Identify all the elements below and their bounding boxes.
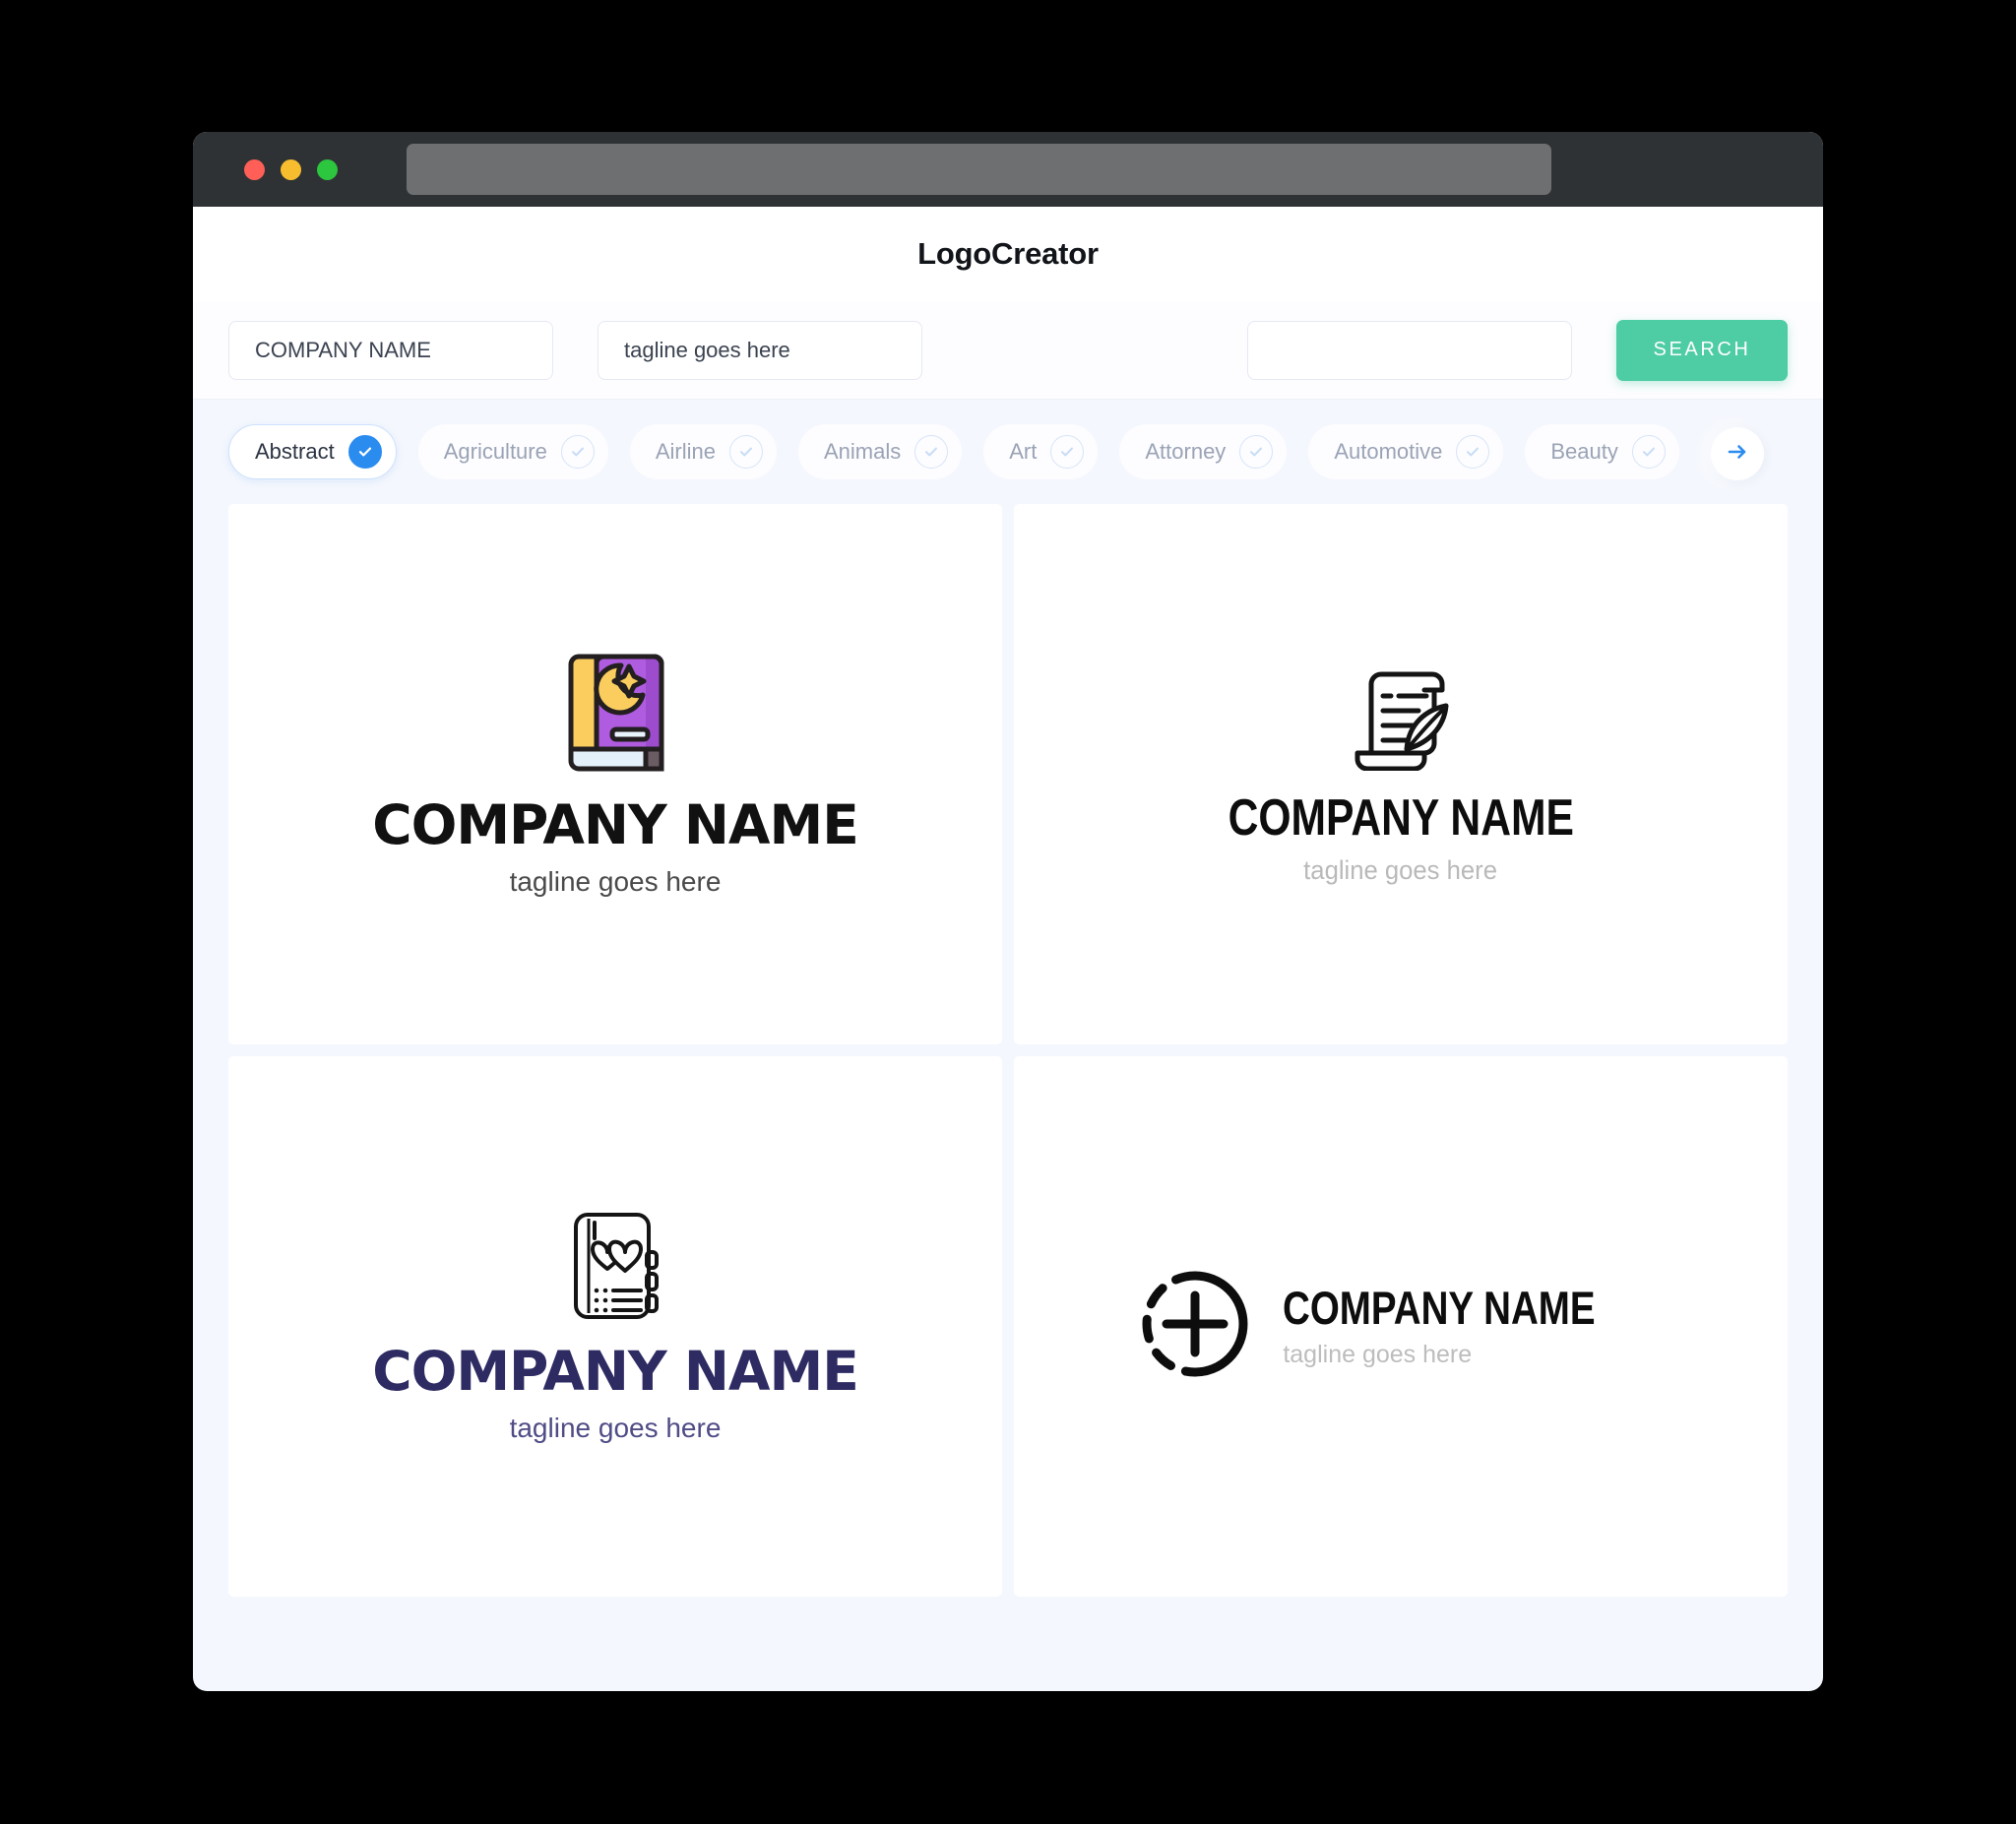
book-crescent-star-icon [561,651,669,780]
category-chip-beauty[interactable]: Beauty [1525,424,1679,479]
company-name-input[interactable] [228,320,553,380]
check-icon [1631,435,1666,469]
notebook-hearts-icon [564,1209,666,1328]
logo-tagline: tagline goes here [509,865,722,897]
tagline-input[interactable] [598,320,922,380]
search-toolbar: SEARCH [193,301,1823,400]
logo-card[interactable]: COMPANY NAME tagline goes here [1014,1056,1788,1597]
logo-card[interactable]: COMPANY NAME tagline goes here [228,1056,1002,1597]
keyword-input[interactable] [1247,320,1572,380]
category-chip-agriculture[interactable]: Agriculture [417,424,608,479]
search-button[interactable]: SEARCH [1616,319,1788,381]
scroll-quill-icon [1348,662,1454,776]
logo-company-name: COMPANY NAME [372,793,859,857]
app-header: LogoCreator [193,207,1823,301]
logo-results-grid: COMPANY NAME tagline goes here COMPANY N… [193,504,1823,1632]
category-chip-label: Attorney [1145,439,1227,464]
logo-company-name: COMPANY NAME [372,1340,859,1404]
category-chip-label: Airline [655,439,716,464]
category-chip-animals[interactable]: Animals [798,424,963,479]
category-chip-label: Automotive [1334,439,1443,464]
category-chip-art[interactable]: Art [983,424,1099,479]
check-icon [1456,435,1490,469]
logo-card[interactable]: COMPANY NAME tagline goes here [228,504,1002,1044]
close-window-button[interactable] [244,158,265,180]
next-categories-button[interactable] [1711,427,1764,480]
category-chip-automotive[interactable]: Automotive [1308,424,1504,479]
check-icon [347,435,382,469]
logo-tagline: tagline goes here [1303,854,1498,885]
logo-tagline: tagline goes here [509,1412,722,1443]
category-chip-abstract[interactable]: Abstract [228,424,397,479]
traffic-lights [244,158,338,180]
check-icon [1050,435,1085,469]
logo-company-name: COMPANY NAME [1228,789,1574,848]
browser-window: LogoCreator SEARCH Abstract Agriculture … [193,132,1823,1691]
dashed-circle-plus-icon [1137,1266,1253,1387]
check-icon [914,435,949,469]
category-chip-airline[interactable]: Airline [629,424,777,479]
logo-company-name: COMPANY NAME [1283,1282,1596,1335]
browser-titlebar [193,132,1823,207]
check-icon [729,435,763,469]
logo-card[interactable]: COMPANY NAME tagline goes here [1014,504,1788,1044]
check-icon [1239,435,1274,469]
app-title: LogoCreator [917,236,1099,271]
category-filter-bar: Abstract Agriculture Airline Animals Art [193,400,1823,504]
category-chip-label: Animals [824,439,902,464]
category-chip-attorney[interactable]: Attorney [1119,424,1288,479]
arrow-right-icon [1725,439,1750,470]
maximize-window-button[interactable] [317,158,338,180]
address-bar[interactable] [407,144,1551,195]
minimize-window-button[interactable] [281,158,301,180]
category-chip-label: Abstract [255,439,335,464]
category-chip-label: Beauty [1550,439,1618,464]
category-chip-label: Art [1009,439,1038,464]
logo-tagline: tagline goes here [1283,1340,1473,1368]
category-chip-label: Agriculture [443,439,547,464]
check-icon [560,435,595,469]
